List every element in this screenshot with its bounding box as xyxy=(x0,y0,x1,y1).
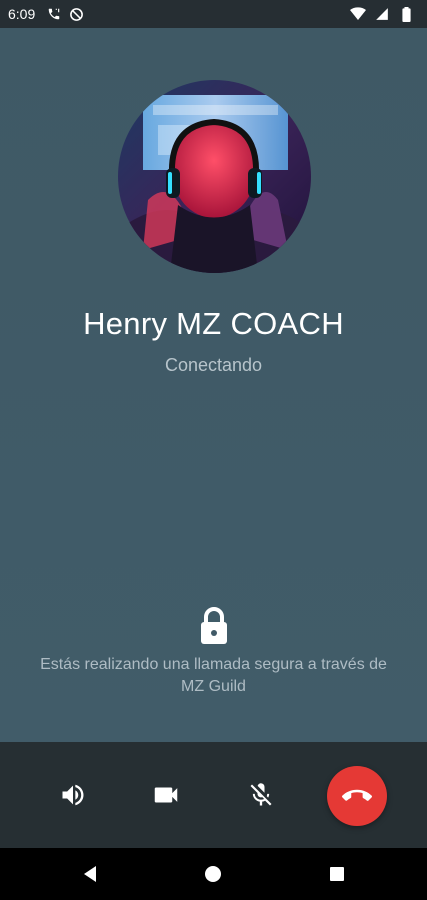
no-disturb-icon xyxy=(67,5,85,23)
back-button[interactable] xyxy=(80,864,100,884)
recents-icon xyxy=(330,867,344,881)
speaker-icon xyxy=(62,784,84,806)
end-call-button[interactable] xyxy=(327,766,387,826)
recents-button[interactable] xyxy=(327,864,347,884)
status-right-group xyxy=(349,5,419,23)
speaker-button[interactable] xyxy=(55,777,91,813)
end-call-icon xyxy=(342,789,372,801)
call-control-bar xyxy=(0,742,427,848)
home-button[interactable] xyxy=(203,864,223,884)
system-nav-bar xyxy=(0,848,427,900)
lock-icon xyxy=(198,606,230,646)
video-camera-icon xyxy=(154,787,178,803)
mute-button[interactable] xyxy=(243,777,279,813)
secure-call-notice: Estás realizando una llamada segura a tr… xyxy=(40,656,387,695)
battery-icon xyxy=(397,5,415,23)
phone-call-icon xyxy=(45,5,63,23)
signal-icon xyxy=(373,5,391,23)
status-bar: 6:09 xyxy=(0,0,427,28)
status-time: 6:09 xyxy=(8,6,36,22)
caller-name: Henry MZ COACH xyxy=(83,306,344,341)
back-icon xyxy=(84,866,96,882)
mic-off-icon xyxy=(250,783,272,806)
wifi-icon xyxy=(349,5,367,23)
avatar xyxy=(118,80,311,273)
call-status: Conectando xyxy=(164,355,263,375)
video-button[interactable] xyxy=(148,777,184,813)
home-icon xyxy=(205,866,221,882)
